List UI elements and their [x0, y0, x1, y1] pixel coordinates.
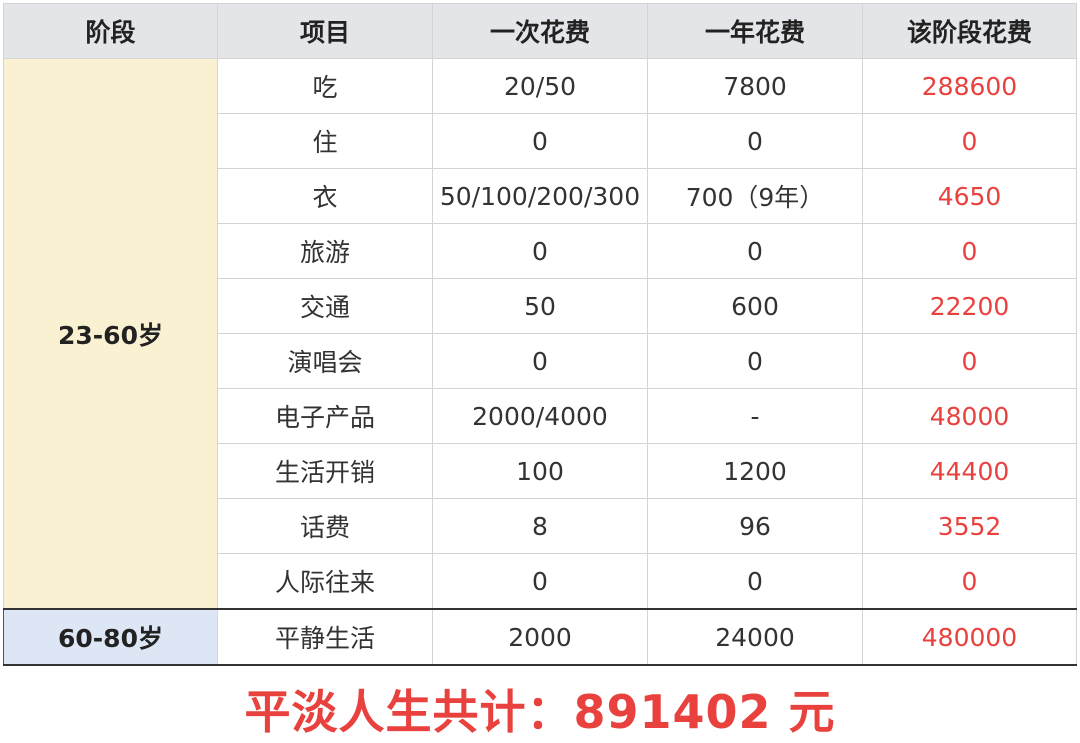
table-body: 23-60岁吃 20/50 7800 288600 住 0 0 0 衣 50/100/200/30… — [3, 58, 1077, 666]
item-cell: 吃 — [217, 58, 433, 114]
header-year-cost: 一年花费 — [647, 3, 863, 59]
stage-label: 23-60岁 — [3, 58, 218, 610]
year-cost-cell: 0 — [647, 333, 863, 389]
stage-cost-cell: 22200 — [862, 278, 1077, 334]
header-item: 项目 — [217, 3, 433, 59]
year-cost-cell: 0 — [647, 113, 863, 169]
once-cost-cell: 20/50 — [432, 58, 648, 114]
once-cost-cell: 50/100/200/300 — [432, 168, 648, 224]
header-row: 阶段 项目 一次花费 一年花费 该阶段花费 — [3, 3, 1077, 59]
stage-cost-cell: 0 — [862, 113, 1077, 169]
item-cell: 旅游 — [217, 223, 433, 279]
once-cost-cell: 100 — [432, 443, 648, 499]
header-stage-cost: 该阶段花费 — [862, 3, 1077, 59]
once-cost-cell: 0 — [432, 223, 648, 279]
year-cost-cell: - — [647, 388, 863, 444]
once-cost-cell: 0 — [432, 113, 648, 169]
item-cell: 住 — [217, 113, 433, 169]
item-cell: 演唱会 — [217, 333, 433, 389]
stage-cost-cell: 288600 — [862, 58, 1077, 114]
stage-cost-cell: 44400 — [862, 443, 1077, 499]
item-cell: 生活开销 — [217, 443, 433, 499]
stage-cost-cell: 0 — [862, 223, 1077, 279]
year-cost-cell: 0 — [647, 553, 863, 610]
item-cell: 交通 — [217, 278, 433, 334]
stage-label: 60-80岁 — [3, 608, 218, 666]
once-cost-cell: 8 — [432, 498, 648, 554]
once-cost-cell: 2000 — [432, 608, 648, 666]
year-cost-cell: 0 — [647, 223, 863, 279]
year-cost-cell: 7800 — [647, 58, 863, 114]
total-summary: 平淡人生共计：891402 元 — [244, 685, 836, 739]
stage-cost-cell: 4650 — [862, 168, 1077, 224]
cost-table: 阶段 项目 一次花费 一年花费 该阶段花费 23-60岁吃 20/50 7800 28… — [3, 3, 1077, 666]
year-cost-cell: 96 — [647, 498, 863, 554]
table-row: 23-60岁吃 20/50 7800 288600 — [3, 58, 1077, 610]
year-cost-cell: 1200 — [647, 443, 863, 499]
once-cost-cell: 0 — [432, 553, 648, 610]
table-row: 60-80岁 平静生活 2000 24000 480000 — [3, 608, 1077, 666]
once-cost-cell: 0 — [432, 333, 648, 389]
item-cell: 电子产品 — [217, 388, 433, 444]
year-cost-cell: 700（9年） — [647, 168, 863, 224]
header-once-cost: 一次花费 — [432, 3, 648, 59]
once-cost-cell: 2000/4000 — [432, 388, 648, 444]
year-cost-cell: 24000 — [647, 608, 863, 666]
item-cell: 平静生活 — [217, 608, 433, 666]
stage-cost-cell: 3552 — [862, 498, 1077, 554]
header-stage: 阶段 — [3, 3, 218, 59]
item-cell: 人际往来 — [217, 553, 433, 610]
stage-cost-cell: 0 — [862, 333, 1077, 389]
stage-cost-cell: 0 — [862, 553, 1077, 610]
item-cell: 话费 — [217, 498, 433, 554]
stage-cost-cell: 48000 — [862, 388, 1077, 444]
stage-cost-cell: 480000 — [862, 608, 1077, 666]
item-cell: 衣 — [217, 168, 433, 224]
once-cost-cell: 50 — [432, 278, 648, 334]
year-cost-cell: 600 — [647, 278, 863, 334]
